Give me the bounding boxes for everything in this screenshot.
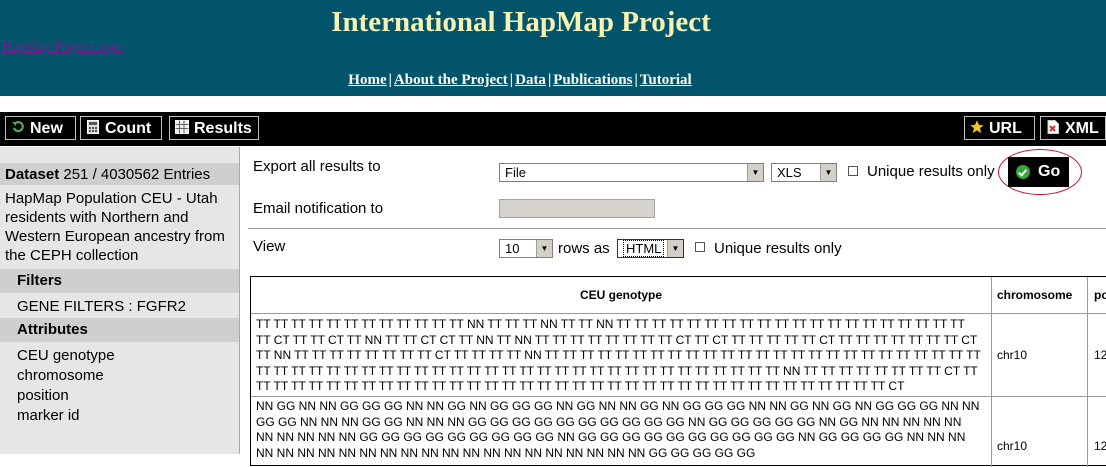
site-title: International HapMap Project [331,6,711,38]
count-button-label: Count [105,120,152,137]
results-button[interactable]: Results [169,116,259,140]
check-icon [1016,165,1030,179]
attribute-item: marker id [17,407,80,424]
new-button-label: New [30,120,63,137]
export-unique-checkbox[interactable] [848,166,858,176]
chevron-down-icon: ▼ [820,164,836,181]
refresh-icon [12,121,24,133]
results-table: CEU genotype chromosome po TT TT TT TT T… [250,276,1106,467]
calculator-icon [87,120,99,134]
hapmap-logo-link[interactable]: HapMap Project logo [2,40,123,56]
chromosome-cell: chr10 [997,348,1028,362]
export-label: Export all results to [253,158,381,175]
column-divider [991,277,992,467]
count-button[interactable]: Count [80,116,162,140]
url-button-label: URL [989,120,1022,137]
url-button[interactable]: URL [964,116,1035,140]
chevron-down-icon: ▼ [536,240,552,257]
genotype-cell: NN GG NN NN GG GG GG NN NN GG NN GG GG G… [256,399,980,460]
export-target-select[interactable]: File ▼ [499,163,764,182]
go-button-label: Go [1038,163,1061,180]
nav-tutorial[interactable]: Tutorial [640,72,692,88]
dataset-description[interactable]: HapMap Population CEU - Utah residents w… [5,189,237,265]
nav-separator: | [509,72,514,88]
xml-button-label: XML [1065,120,1099,137]
rows-count-value: 10 [505,241,520,256]
view-label: View [253,238,286,255]
dataset-count: 251 / 4030562 Entries [63,166,211,183]
dataset-label: Dataset [5,166,60,183]
site-header: International HapMap Project HapMap Proj… [0,0,1106,96]
nav-data[interactable]: Data [515,72,546,88]
position-cell: 123 [1094,439,1106,453]
rows-count-select[interactable]: 10 ▼ [499,239,553,258]
email-field[interactable] [499,199,655,218]
email-label: Email notification to [253,200,384,217]
attribute-item: CEU genotype [17,347,115,364]
export-format-select[interactable]: XLS ▼ [771,163,837,182]
results-button-label: Results [194,120,252,137]
nav-publications[interactable]: Publications [553,72,632,88]
rows-format-select[interactable]: HTML ▼ [617,239,684,258]
export-format-value: XLS [777,165,802,180]
star-icon [970,120,984,134]
rows-format-value: HTML [623,240,665,257]
nav-about[interactable]: About the Project [394,72,508,88]
go-button[interactable]: Go [1008,157,1069,187]
chevron-down-icon: ▼ [667,240,683,257]
genotype-cell: TT TT TT TT TT TT TT TT TT TT TT TT NN T… [256,317,981,394]
row-divider [251,313,1106,314]
new-button[interactable]: New [5,116,76,140]
toolbar: New Count Results URL XML [0,112,1106,146]
nav-home[interactable]: Home [348,72,386,88]
summary-sidebar: Dataset 251 / 4030562 Entries HapMap Pop… [0,147,240,454]
column-divider [1087,277,1088,467]
export-target-value: File [505,165,526,180]
xml-file-icon [1047,120,1059,134]
main-nav: Home | About the Project | Data | Publications… [0,72,1040,89]
xml-button[interactable]: XML [1040,116,1106,140]
export-unique-label: Unique results only [867,163,995,180]
column-header-genotype: CEU genotype [579,288,662,302]
nav-separator: | [388,72,392,88]
view-unique-label: Unique results only [714,240,842,257]
attribute-item: position [17,387,69,404]
view-unique-checkbox[interactable] [695,242,705,252]
chevron-down-icon: ▼ [747,164,763,181]
rows-as-label: rows as [558,240,610,257]
filter-item[interactable]: GENE FILTERS : FGFR2 [17,297,186,317]
attribute-item: chromosome [17,367,104,384]
position-cell: 123 [1094,348,1106,362]
filters-heading[interactable]: Filters [0,269,239,293]
attributes-heading[interactable]: Attributes [0,318,239,342]
divider [248,228,1106,229]
row-divider [251,396,1106,397]
nav-separator: | [634,72,638,88]
table-icon [175,120,189,134]
column-header-chromosome: chromosome [997,288,1073,302]
dataset-summary: Dataset 251 / 4030562 Entries [5,166,210,183]
chromosome-cell: chr10 [997,439,1028,453]
column-header-position: po [1094,288,1106,302]
